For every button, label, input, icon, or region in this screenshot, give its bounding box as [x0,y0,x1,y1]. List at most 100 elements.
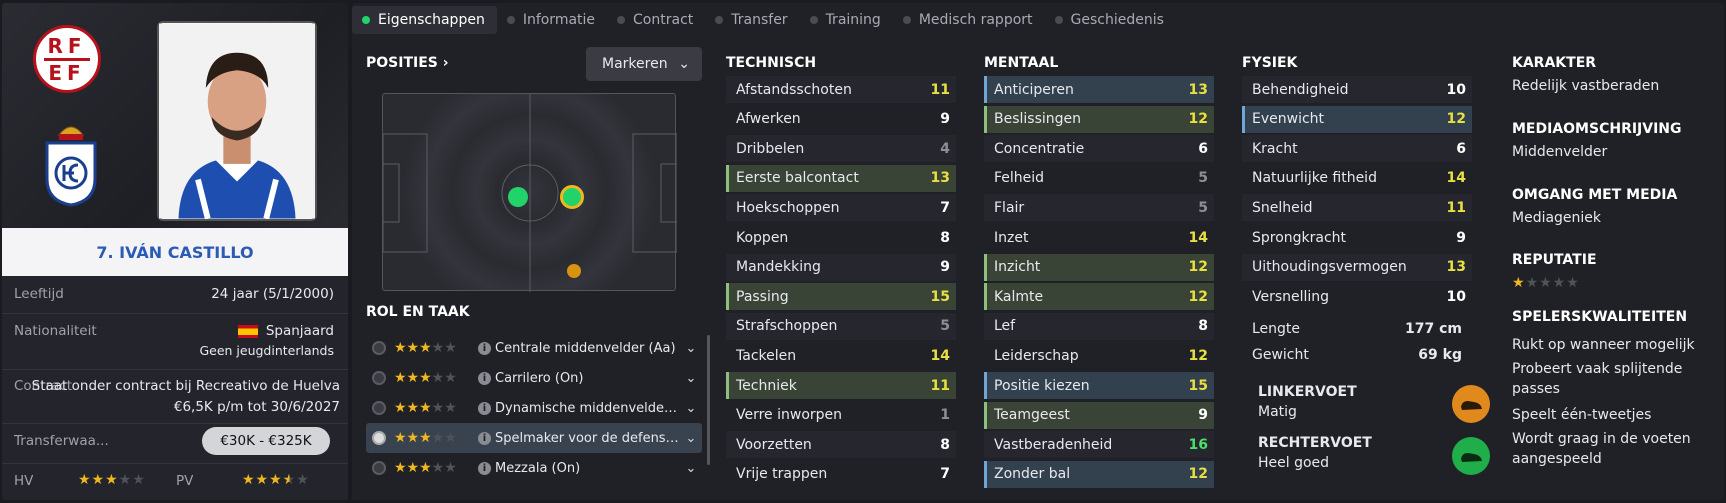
reputatie-title: REPUTATIE [1512,252,1597,268]
attribute-value: 8 [940,436,950,453]
role-radio[interactable] [372,371,386,385]
player-photo [157,21,317,221]
info-icon[interactable]: i [478,401,491,415]
chevron-down-icon[interactable]: ⌄ [680,371,702,386]
left-foot-value: Matig [1258,404,1297,420]
attribute-row[interactable]: Eerste balcontact 13 [726,164,956,192]
attribute-row[interactable]: Inzet 14 [984,224,1214,251]
attribute-name: Beslissingen [994,111,1082,128]
attribute-row[interactable]: Teamgeest 9 [984,401,1214,429]
karakter-value: Redelijk vastberaden [1512,78,1660,94]
attribute-row[interactable]: Leiderschap 12 [984,342,1214,369]
left-foot-icon [1452,385,1490,423]
attribute-row[interactable]: Inzicht 12 [984,253,1214,281]
attribute-row[interactable]: Kalmte 12 [984,283,1214,311]
attribute-row[interactable]: Anticiperen 13 [984,76,1214,103]
chevron-down-icon[interactable]: ⌄ [680,401,702,416]
info-icon[interactable]: i [478,341,491,355]
attribute-name: Vastberadenheid [994,436,1113,453]
player-name: 7. IVÁN CASTILLO [96,242,254,262]
attribute-row[interactable]: Hoekschoppen 7 [726,194,956,222]
role-radio[interactable] [372,341,386,355]
attribute-row[interactable]: Positie kiezen 15 [984,372,1214,399]
attribute-row[interactable]: Behendigheid 10 [1242,76,1472,103]
kwal-title: SPELERSKWALITEITEN [1512,309,1688,325]
attribute-value: 16 [1188,436,1208,453]
transfer-label: Transferwaa... [14,433,109,449]
tab-geschiedenis[interactable]: Geschiedenis [1045,6,1176,34]
tab-training[interactable]: Training [800,6,893,34]
tab-eigenschappen[interactable]: Eigenschappen [352,6,497,34]
youth-caps-value: Geen jeugdinterlands [199,343,334,358]
roles-scrollbar[interactable] [707,335,710,465]
rfef-logo: RF EF [33,25,101,93]
attribute-row[interactable]: Koppen 8 [726,224,956,251]
attribute-row[interactable]: Strafschoppen 5 [726,312,956,340]
role-item[interactable]: ★★★★★ i Mezzala (On) ⌄ [366,453,702,483]
attribute-row[interactable]: Felheid 5 [984,165,1214,192]
attribute-row[interactable]: Beslissingen 12 [984,105,1214,133]
attribute-row[interactable]: Sprongkracht 9 [1242,224,1472,251]
attribute-row[interactable]: Vastberadenheid 16 [984,431,1214,459]
attribute-name: Sprongkracht [1252,229,1347,246]
attribute-row[interactable]: Versnelling 10 [1242,283,1472,310]
attribute-value: 1 [940,407,950,424]
attribute-row[interactable]: Zonder bal 12 [984,460,1214,488]
attribute-row[interactable]: Afstandsschoten 11 [726,76,956,103]
chevron-down-icon[interactable]: ⌄ [680,341,702,356]
mark-dropdown[interactable]: Markeren ⌄ [586,47,702,81]
attribute-row[interactable]: Concentratie 6 [984,135,1214,163]
transfer-value-pill[interactable]: €30K - €325K [202,427,330,455]
tab-contract[interactable]: Contract [607,6,705,34]
contract-value: Staat onder contract bij Recreativo de H… [31,378,340,394]
attribute-row[interactable]: Lef 8 [984,312,1214,340]
age-value: 24 jaar (5/1/2000) [211,286,334,302]
attribute-row[interactable]: Snelheid 11 [1242,194,1472,222]
role-item[interactable]: ★★★★★ i Centrale middenvelder (Aa) ⌄ [366,333,702,363]
kwal-item: Speelt één-tweetjes [1512,407,1652,423]
role-item[interactable]: ★★★★★ i Carrilero (On) ⌄ [366,363,702,393]
info-icon[interactable]: i [478,431,491,445]
attribute-row[interactable]: Evenwicht 12 [1242,105,1472,133]
attribute-row[interactable]: Verre inworpen 1 [726,402,956,429]
attribute-value: 9 [1198,407,1208,424]
attribute-value: 13 [930,170,950,187]
chevron-down-icon[interactable]: ⌄ [680,461,702,476]
attribute-row[interactable]: Natuurlijke fitheid 14 [1242,165,1472,192]
attribute-row[interactable]: Tackelen 14 [726,342,956,369]
attribute-row[interactable]: Afwerken 9 [726,106,956,133]
role-item[interactable]: ★★★★★ i Dynamische middenvelder (Aa) ⌄ [366,393,702,423]
attribute-row[interactable]: Mandekking 9 [726,253,956,281]
tab-informatie[interactable]: Informatie [497,6,607,34]
omgang-title: OMGANG MET MEDIA [1512,187,1678,203]
tab-transfer[interactable]: Transfer [705,6,799,34]
tab-label: Transfer [731,12,788,28]
role-stars: ★★★★★ [394,430,457,446]
position-marker-selected [560,185,584,209]
attribute-value: 10 [1446,81,1466,98]
info-icon[interactable]: i [478,371,491,385]
attribute-value: 12 [1188,111,1208,128]
role-radio[interactable] [372,401,386,415]
role-radio[interactable] [372,461,386,475]
attribute-row[interactable]: Techniek 11 [726,372,956,399]
attribute-row[interactable]: Passing 15 [726,283,956,311]
role-radio[interactable] [372,431,386,445]
attribute-row[interactable]: Uithoudingsvermogen 13 [1242,253,1472,281]
attribute-row[interactable]: Dribbelen 4 [726,135,956,163]
info-icon[interactable]: i [478,461,491,475]
positions-title: POSITIES [366,55,438,71]
attribute-row[interactable]: Voorzetten 8 [726,431,956,459]
role-item-selected[interactable]: ★★★★★ i Spelmaker voor de defensie (Aa) … [366,423,702,453]
transfer-value: €30K - €325K [220,433,312,449]
attribute-name: Anticiperen [994,81,1074,98]
positions-header[interactable]: POSITIES › [366,55,449,71]
attribute-name: Positie kiezen [994,377,1090,394]
attribute-name: Mandekking [736,259,821,276]
attribute-row[interactable]: Vrije trappen 7 [726,461,956,488]
tab-label: Geschiedenis [1070,12,1164,28]
attribute-row[interactable]: Kracht 6 [1242,135,1472,163]
tab-medisch-rapport[interactable]: Medisch rapport [893,6,1045,34]
chevron-down-icon[interactable]: ⌄ [680,431,702,446]
attribute-row[interactable]: Flair 5 [984,194,1214,222]
